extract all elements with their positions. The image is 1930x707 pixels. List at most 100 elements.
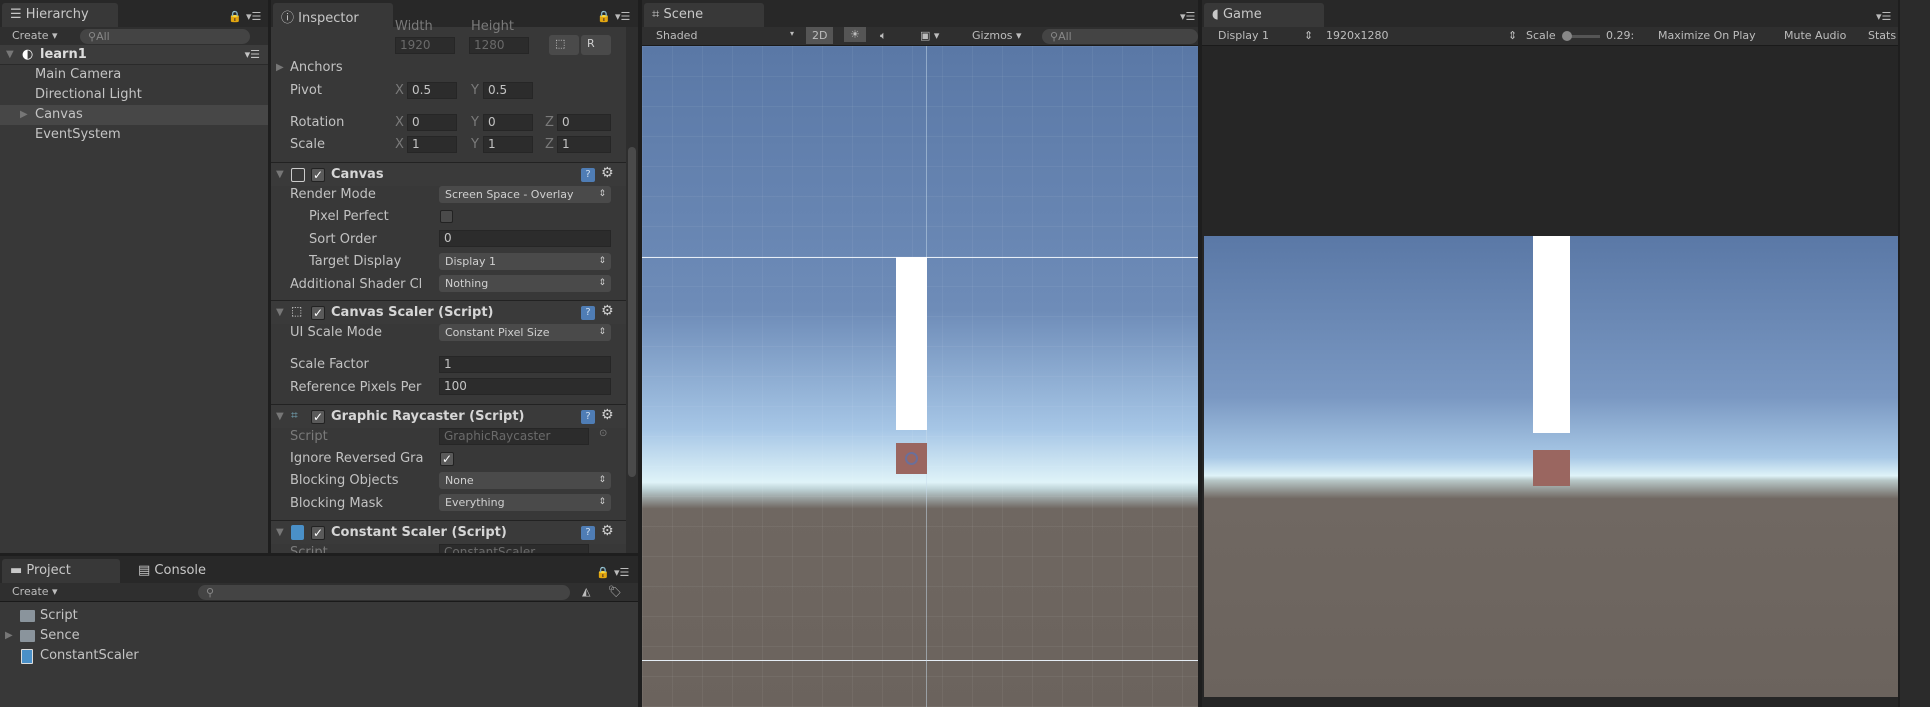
tab-inspector[interactable]: ⓘ Inspector xyxy=(273,3,393,27)
create-dropdown[interactable]: Create ▾ xyxy=(12,29,58,42)
constant-scaler-enabled-checkbox[interactable]: ✓ xyxy=(311,526,325,540)
project-tabbar: ▬ Project ▤ Console 🔒 ▾☰ xyxy=(0,556,638,583)
pixel-perfect-checkbox[interactable] xyxy=(440,210,453,223)
pacman-icon: ◖ xyxy=(1212,7,1223,22)
additional-shader-dropdown[interactable]: Nothing ⇕ xyxy=(439,275,611,292)
anchors-fold-icon[interactable]: ▶ xyxy=(276,62,284,73)
graphic-raycaster-component-header[interactable]: ▼ ⌗ ✓ Graphic Raycaster (Script) ? ⚙ xyxy=(271,404,626,428)
gear-icon[interactable]: ⚙ xyxy=(601,303,614,319)
filter-by-type-icon[interactable]: ◭ xyxy=(582,585,590,598)
rotation-y-field[interactable]: 0 xyxy=(483,114,533,131)
search-icon: ⚲ xyxy=(88,30,97,43)
2d-toggle[interactable]: 2D xyxy=(806,27,834,44)
project-toolbar: Create ▾ ⚲ ◭ 🏷 xyxy=(0,583,638,602)
tab-game[interactable]: ◖ Game xyxy=(1204,3,1324,27)
scale-factor-field[interactable]: 1 xyxy=(439,356,611,373)
panel-menu-icon[interactable]: ▾☰ xyxy=(615,10,630,23)
height-field[interactable]: 1280 xyxy=(469,37,529,54)
canvas-scaler-component-header[interactable]: ▼ ⬚ ✓ Canvas Scaler (Script) ? ⚙ xyxy=(271,300,626,324)
panel-menu-icon[interactable]: ▾☰ xyxy=(246,10,261,23)
lock-icon[interactable]: 🔒 xyxy=(596,566,610,579)
effects-dropdown-icon[interactable]: ▣ ▾ xyxy=(920,29,939,42)
tab-hierarchy[interactable]: ☰ Hierarchy xyxy=(2,3,118,27)
hierarchy-item-eventsystem[interactable]: EventSystem xyxy=(0,125,268,145)
create-dropdown[interactable]: Create ▾ xyxy=(12,585,58,598)
folder-icon xyxy=(20,610,35,622)
maximize-on-play-toggle[interactable]: Maximize On Play xyxy=(1658,29,1756,42)
ui-scale-mode-dropdown[interactable]: Constant Pixel Size ⇕ xyxy=(439,324,611,341)
help-icon[interactable]: ? xyxy=(581,526,595,540)
sort-order-field[interactable]: 0 xyxy=(439,230,611,247)
pivot-x-field[interactable]: 0.5 xyxy=(407,82,457,99)
scene-search-input[interactable]: ⚲All xyxy=(1042,29,1198,44)
scale-x-field[interactable]: 1 xyxy=(407,136,457,153)
lock-icon[interactable]: 🔒 xyxy=(597,10,611,23)
fold-open-icon[interactable]: ▼ xyxy=(6,45,14,65)
tab-project[interactable]: ▬ Project xyxy=(2,559,120,583)
shading-dropdown[interactable]: Shaded xyxy=(656,29,697,42)
audio-toggle-icon[interactable]: 🔈︎ xyxy=(880,29,887,43)
inspector-scrollbar[interactable] xyxy=(626,27,638,553)
white-bar-image[interactable] xyxy=(896,257,927,430)
project-search-input[interactable]: ⚲ xyxy=(198,585,570,600)
scene-root-row[interactable]: ▼ ◐ learn1 ▾☰ xyxy=(0,45,268,65)
gizmos-dropdown[interactable]: Gizmos ▾ xyxy=(972,29,1022,42)
game-viewport[interactable] xyxy=(1204,236,1898,697)
width-field[interactable]: 1920 xyxy=(395,37,455,54)
rotation-x-field[interactable]: 0 xyxy=(407,114,457,131)
hierarchy-item-directional-light[interactable]: Directional Light xyxy=(0,85,268,105)
project-item-constantscaler[interactable]: ConstantScaler xyxy=(0,646,638,666)
panel-menu-icon[interactable]: ▾☰ xyxy=(1876,10,1891,23)
raycaster-enabled-checkbox[interactable]: ✓ xyxy=(311,410,325,424)
panel-menu-icon[interactable]: ▾☰ xyxy=(1180,10,1195,23)
tab-console[interactable]: ▤ Console xyxy=(130,559,214,583)
rotation-z-field[interactable]: 0 xyxy=(557,114,611,131)
target-display-dropdown[interactable]: Display 1 ⇕ xyxy=(439,253,611,270)
fold-closed-icon[interactable]: ▶ xyxy=(20,105,28,125)
display-dropdown[interactable]: Display 1 xyxy=(1218,29,1269,42)
gear-icon[interactable]: ⚙ xyxy=(601,165,614,181)
resolution-dropdown[interactable]: 1920x1280 xyxy=(1326,29,1389,42)
scale-y-field[interactable]: 1 xyxy=(483,136,533,153)
canvas-scaler-enabled-checkbox[interactable]: ✓ xyxy=(311,306,325,320)
scale-slider[interactable] xyxy=(1562,31,1600,41)
blueprint-button[interactable]: ⬚ xyxy=(549,35,579,55)
help-icon[interactable]: ? xyxy=(581,410,595,424)
scene-viewport[interactable] xyxy=(642,46,1198,707)
raycaster-script-field[interactable]: GraphicRaycaster xyxy=(439,428,589,445)
object-picker-icon[interactable]: ⊙ xyxy=(599,428,607,439)
red-square-image[interactable] xyxy=(896,443,927,474)
help-icon[interactable]: ? xyxy=(581,168,595,182)
lock-icon[interactable]: 🔒 xyxy=(228,10,242,23)
gear-icon[interactable]: ⚙ xyxy=(601,523,614,539)
constant-scaler-script-field[interactable]: ConstantScaler xyxy=(439,544,589,553)
blocking-objects-dropdown[interactable]: None ⇕ xyxy=(439,472,611,489)
render-mode-dropdown[interactable]: Screen Space - Overlay ⇕ xyxy=(439,186,611,203)
project-item-sence[interactable]: ▶ Sence xyxy=(0,626,638,646)
ignore-reversed-checkbox[interactable]: ✓ xyxy=(440,452,454,466)
tab-scene[interactable]: ⌗ Scene xyxy=(644,3,764,27)
gear-icon[interactable]: ⚙ xyxy=(601,407,614,423)
hierarchy-panel: ☰ Hierarchy 🔒 ▾☰ Create ▾ ⚲All ▼ ◐ learn… xyxy=(0,0,268,553)
constant-scaler-component-header[interactable]: ▼ ✓ Constant Scaler (Script) ? ⚙ xyxy=(271,520,626,544)
filter-by-label-icon[interactable]: 🏷 xyxy=(608,585,622,598)
hierarchy-search-input[interactable]: ⚲All xyxy=(80,29,250,44)
help-icon[interactable]: ? xyxy=(581,306,595,320)
canvas-component-header[interactable]: ▼ ✓ Canvas ? ⚙ xyxy=(271,162,626,186)
stats-toggle[interactable]: Stats xyxy=(1868,29,1896,42)
canvas-enabled-checkbox[interactable]: ✓ xyxy=(311,168,325,182)
white-bar-image xyxy=(1533,236,1570,433)
project-item-script[interactable]: Script xyxy=(0,606,638,626)
fold-open-icon: ▼ xyxy=(276,169,284,180)
panel-menu-icon[interactable]: ▾☰ xyxy=(614,566,629,579)
raw-edit-button[interactable]: R xyxy=(581,35,611,55)
lighting-toggle-icon[interactable]: ☀ xyxy=(844,27,866,42)
scale-z-field[interactable]: 1 xyxy=(557,136,611,153)
reference-pixels-field[interactable]: 100 xyxy=(439,378,611,395)
mute-audio-toggle[interactable]: Mute Audio xyxy=(1784,29,1846,42)
scene-menu-icon[interactable]: ▾☰ xyxy=(245,45,260,65)
blocking-mask-dropdown[interactable]: Everything ⇕ xyxy=(439,494,611,511)
pivot-y-field[interactable]: 0.5 xyxy=(483,82,533,99)
hierarchy-item-main-camera[interactable]: Main Camera xyxy=(0,65,268,85)
hierarchy-item-canvas[interactable]: ▶ Canvas xyxy=(0,105,268,125)
